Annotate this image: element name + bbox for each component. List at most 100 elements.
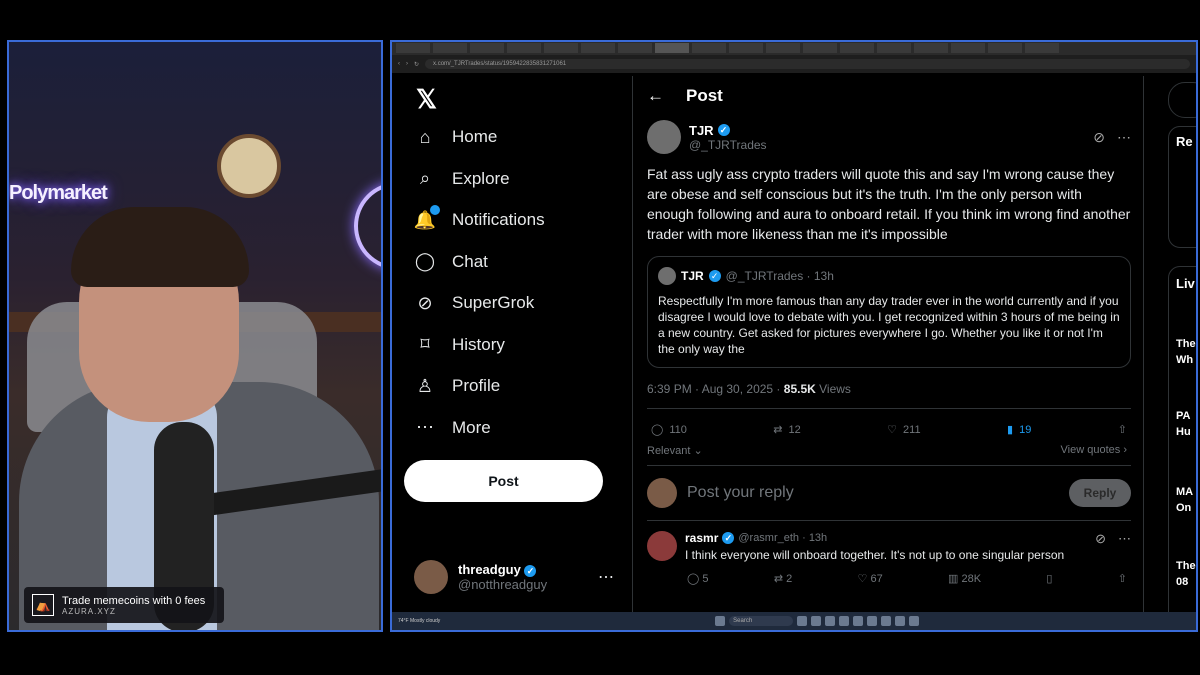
nav-item-more[interactable]: ⋯ More — [414, 417, 491, 439]
app-icon[interactable] — [839, 616, 850, 626]
views-button[interactable]: ▥ 28K — [948, 572, 981, 585]
view-quotes-link[interactable]: View quotes › — [1061, 444, 1127, 457]
reply-button[interactable]: ◯ 110 — [651, 423, 687, 437]
app-icon[interactable] — [811, 616, 822, 626]
reply-actions: ◯ 5 ⇄ 2 ♡ 67 ▥ 28K ▯ ⇧ — [647, 562, 1131, 585]
quoted-tweet[interactable]: TJR ✓ @_TJRTrades · 13h Respectfully I'm… — [647, 256, 1131, 368]
browser-tab[interactable] — [803, 43, 837, 53]
nav-item-chat[interactable]: ◯ Chat — [414, 251, 488, 273]
nav-item-label: Profile — [452, 376, 501, 395]
quote-text: Respectfully I'm more famous than any da… — [658, 294, 1120, 356]
browser-tab[interactable] — [1025, 43, 1059, 53]
main-timeline: ← Post TJR ✓ @_TJRTrades ⊘ ⋯ Fat ass ugly… — [632, 76, 1144, 630]
app-icon[interactable] — [797, 616, 808, 626]
browser-tab[interactable] — [766, 43, 800, 53]
app-icon[interactable] — [853, 616, 864, 626]
start-icon[interactable] — [715, 616, 726, 626]
trend-item[interactable]: On — [1176, 502, 1191, 514]
browser-tab[interactable] — [655, 43, 689, 53]
x-logo-icon[interactable]: 𝕏 — [416, 84, 437, 115]
author-name[interactable]: TJR — [689, 123, 714, 138]
nav-item-home[interactable]: ⌂ Home — [414, 126, 498, 148]
relevant-dropdown[interactable]: Relevant ⌄ — [647, 444, 703, 457]
views-label: Views — [815, 382, 851, 396]
browser-tab[interactable] — [470, 43, 504, 53]
live-heading: Liv — [1176, 276, 1195, 291]
reply-input[interactable]: Post your reply — [687, 484, 1059, 502]
reply-author-name[interactable]: rasmr — [685, 531, 718, 545]
browser-tab[interactable] — [618, 43, 652, 53]
more-dots-icon[interactable]: ⋯ — [598, 567, 614, 587]
back-icon[interactable]: ‹ — [398, 61, 400, 67]
avatar[interactable] — [647, 120, 681, 154]
app-icon[interactable] — [867, 616, 878, 626]
app-icon[interactable] — [909, 616, 920, 626]
repost-button[interactable]: ⇄ 2 — [774, 572, 792, 585]
reply-button[interactable]: Reply — [1069, 479, 1131, 507]
browser-tab[interactable] — [729, 43, 763, 53]
tweet-timestamp[interactable]: 6:39 PM · Aug 30, 2025 · — [647, 382, 784, 396]
share-icon[interactable]: ⇧ — [1118, 572, 1127, 585]
browser-tab[interactable] — [840, 43, 874, 53]
trend-item[interactable]: Wh — [1176, 354, 1193, 366]
trend-item[interactable]: PA — [1176, 410, 1190, 422]
search-field[interactable] — [1168, 82, 1196, 118]
repost-button[interactable]: ⇄ 12 — [773, 423, 800, 437]
windows-taskbar: 74°F Mostly cloudy Search — [392, 612, 1196, 630]
avatar — [658, 267, 676, 285]
trend-item[interactable]: Hu — [1176, 426, 1191, 438]
chat-icon: ◯ — [414, 251, 436, 271]
reply-author-handle[interactable]: @rasmr_eth · 13h — [738, 532, 827, 544]
grok-icon[interactable]: ⊘ — [1093, 129, 1105, 146]
trend-item[interactable]: The — [1176, 560, 1196, 572]
nav-item-profile[interactable]: ♙ Profile — [414, 375, 500, 397]
nav-item-label: Explore — [452, 168, 510, 188]
nav-item-notifications[interactable]: 🔔 Notifications — [414, 205, 545, 231]
browser-tab[interactable] — [433, 43, 467, 53]
forward-icon[interactable]: › — [406, 61, 408, 67]
nav-item-label: More — [452, 417, 491, 437]
browser-tab[interactable] — [692, 43, 726, 53]
trend-item[interactable]: 08 — [1176, 576, 1188, 588]
right-sidebar: Re Liv The Wh PA Hu MA On The 08 — [1156, 76, 1196, 630]
grok-icon[interactable]: ⊘ — [1095, 531, 1106, 562]
trend-item[interactable]: The — [1176, 338, 1196, 350]
bookmark-button[interactable]: ▮ 19 — [1007, 423, 1031, 437]
browser-tab[interactable] — [544, 43, 578, 53]
avatar[interactable] — [647, 531, 677, 561]
like-button[interactable]: ♡ 67 — [858, 572, 883, 585]
bookmark-icon[interactable]: ▯ — [1046, 572, 1052, 585]
more-dots-icon[interactable]: ⋯ — [1118, 531, 1131, 562]
browser-tab[interactable] — [877, 43, 911, 53]
url-field[interactable]: x.com/_TJRTrades/status/1959422835831271… — [425, 59, 1190, 69]
share-button[interactable]: ⇧ — [1118, 423, 1127, 436]
share-icon: ⇧ — [1117, 424, 1127, 436]
browser-tab[interactable] — [507, 43, 541, 53]
nav-item-history[interactable]: ⌑ History — [414, 334, 505, 356]
back-arrow-icon[interactable]: ← — [647, 86, 664, 106]
nav-item-supergrok[interactable]: ⊘ SuperGrok — [414, 292, 534, 314]
nav-item-explore[interactable]: ⌕ Explore — [414, 168, 510, 190]
account-switcher[interactable]: threadguy ✓ @notthreadguy ⋯ — [414, 560, 614, 594]
tweet: TJR ✓ @_TJRTrades ⊘ ⋯ Fat ass ugly ass cr… — [647, 120, 1131, 585]
reply-button[interactable]: ◯ 5 — [687, 572, 709, 585]
chevron-right-icon: › — [1123, 444, 1127, 456]
like-button[interactable]: ♡ 211 — [887, 423, 920, 437]
app-icon[interactable] — [825, 616, 836, 626]
browser-tab[interactable] — [914, 43, 948, 53]
browser-tab[interactable] — [396, 43, 430, 53]
weather-widget[interactable]: 74°F Mostly cloudy — [398, 618, 440, 624]
trend-item[interactable]: MA — [1176, 486, 1193, 498]
taskbar-search[interactable]: Search — [729, 616, 794, 626]
more-dots-icon[interactable]: ⋯ — [1117, 129, 1131, 146]
browser-tab[interactable] — [951, 43, 985, 53]
reply-item[interactable]: rasmr ✓ @rasmr_eth · 13h I think everyone … — [647, 521, 1131, 562]
app-icon[interactable] — [895, 616, 906, 626]
reload-icon[interactable]: ↻ — [414, 61, 419, 68]
browser-tab[interactable] — [581, 43, 615, 53]
post-button[interactable]: Post — [404, 460, 603, 502]
app-icon[interactable] — [881, 616, 892, 626]
verified-icon: ✓ — [524, 565, 537, 577]
author-handle[interactable]: @_TJRTrades — [689, 138, 767, 152]
browser-tab[interactable] — [988, 43, 1022, 53]
